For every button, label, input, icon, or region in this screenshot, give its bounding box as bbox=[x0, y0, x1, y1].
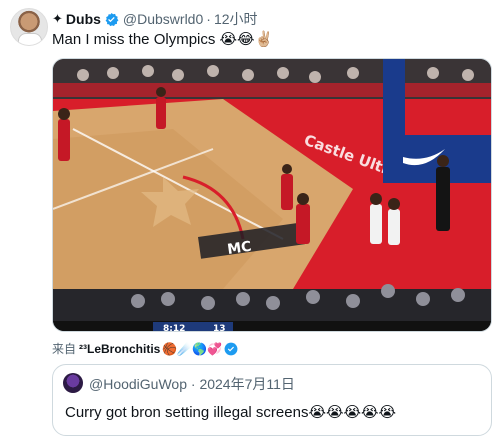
source-prefix: 来自 bbox=[52, 342, 77, 356]
author-handle[interactable]: @Dubswrld0 bbox=[123, 11, 203, 27]
quoted-author-handle[interactable]: @HoodiGuWop bbox=[89, 376, 187, 392]
game-clock: 8:12 bbox=[163, 324, 185, 332]
author-avatar[interactable] bbox=[10, 8, 48, 46]
tweet-card: ✦ Dubs @Dubswrld0 · 12小时 Man I miss the … bbox=[0, 0, 500, 440]
basketball-court-photo: Castle Ultra MC 8:12 13 bbox=[53, 59, 491, 332]
tweet-timestamp[interactable]: 12小时 bbox=[214, 9, 258, 29]
sparkle-icon: ✦ bbox=[52, 11, 63, 26]
quoted-author-avatar[interactable] bbox=[63, 373, 83, 393]
sponsor-text: MC bbox=[226, 239, 252, 258]
quoted-tweet[interactable]: @HoodiGuWop · 2024年7月11日 Curry got bron … bbox=[52, 364, 492, 436]
tweet-text: Man I miss the Olympics 😭😂✌🏼 bbox=[52, 31, 274, 48]
verified-badge-icon bbox=[105, 12, 119, 26]
shot-clock: 13 bbox=[213, 324, 226, 332]
tweet-media-image[interactable]: Castle Ultra MC 8:12 13 bbox=[52, 58, 492, 332]
source-attribution: 来自 ²³LeBronchitis 🏀☄️🌎💞 bbox=[52, 340, 238, 357]
quoted-header-separator: · bbox=[190, 376, 196, 392]
quoted-tweet-text: Curry got bron setting illegal screens😭😭… bbox=[65, 404, 397, 421]
header-separator: · bbox=[206, 11, 211, 27]
source-emojis: 🏀☄️🌎💞 bbox=[162, 341, 223, 356]
verified-badge-icon bbox=[224, 342, 238, 355]
quoted-tweet-date[interactable]: 2024年7月11日 bbox=[199, 376, 294, 392]
quoted-tweet-header: @HoodiGuWop · 2024年7月11日 bbox=[89, 374, 295, 394]
source-name[interactable]: ²³LeBronchitis bbox=[79, 342, 160, 356]
tweet-header: ✦ Dubs @Dubswrld0 · 12小时 bbox=[52, 9, 258, 29]
author-display-name[interactable]: Dubs bbox=[66, 11, 101, 27]
